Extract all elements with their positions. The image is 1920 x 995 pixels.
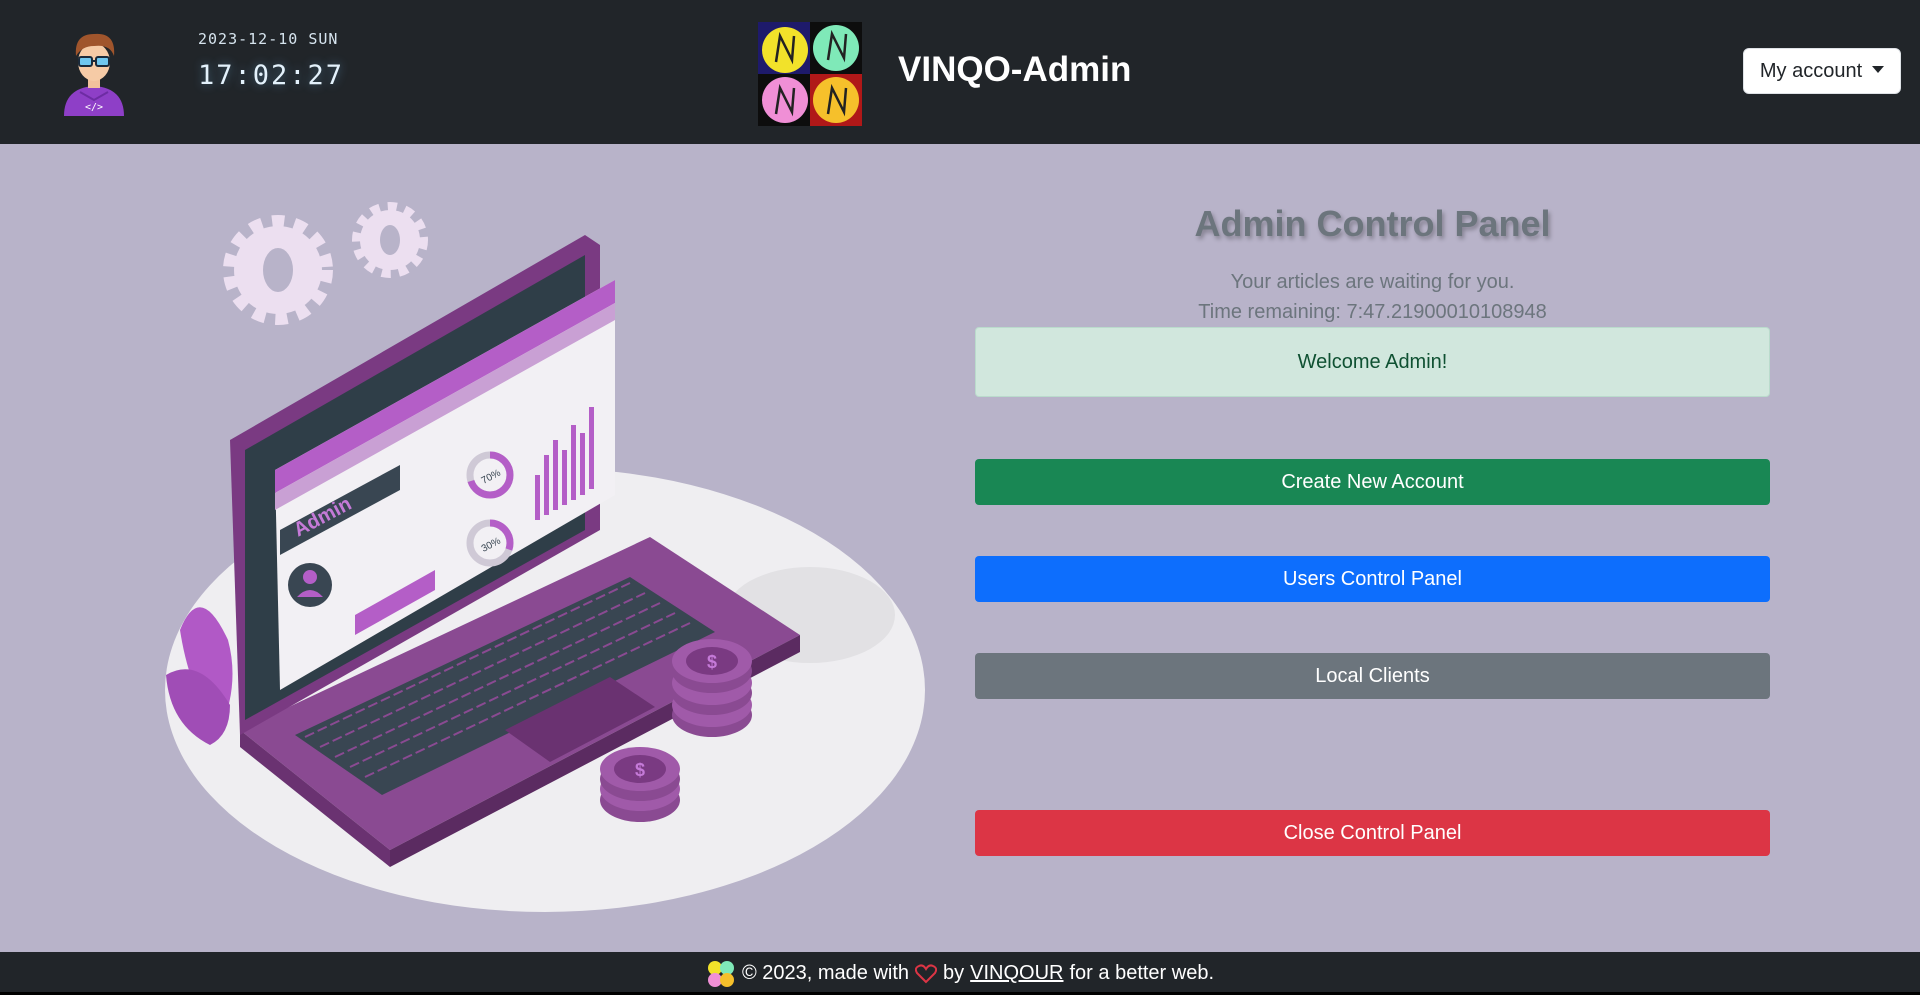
gear-small-icon — [352, 202, 428, 278]
vinqour-link[interactable]: VINQOUR — [970, 962, 1063, 985]
heart-icon — [915, 963, 938, 983]
svg-text:$: $ — [707, 652, 717, 672]
footer-by: by — [943, 962, 965, 984]
footer: © 2023, made with by VINQOUR for a bette… — [0, 952, 1920, 995]
chevron-down-icon — [1872, 65, 1885, 73]
gear-large-icon — [223, 215, 333, 325]
users-control-panel-button[interactable]: Users Control Panel — [975, 556, 1770, 602]
admin-laptop-illustration: Admin 70% 30% $ $ — [165, 202, 925, 912]
clock-time: 17:02:27 — [198, 60, 345, 91]
welcome-text: Welcome Admin! — [1297, 350, 1448, 373]
close-control-panel-button[interactable]: Close Control Panel — [975, 810, 1770, 856]
my-account-label: My account — [1759, 59, 1863, 82]
vinqo-logo-icon — [758, 22, 862, 126]
vinqo-mini-logo-icon — [707, 960, 734, 987]
time-remaining-text: Time remaining: 7:47.21900010108948 — [1198, 301, 1547, 323]
articles-waiting-text: Your articles are waiting for you. — [1230, 271, 1515, 293]
clock-date: 2023-12-10 SUN — [198, 30, 339, 48]
brand-title: VINQO-Admin — [898, 50, 1132, 89]
digital-clock: 2023-12-10 SUN 17:02:27 — [198, 30, 344, 91]
my-account-dropdown-button[interactable]: My account — [1743, 48, 1901, 94]
welcome-alert: Welcome Admin! — [975, 327, 1770, 397]
footer-suffix: for a better web. — [1069, 962, 1215, 984]
create-new-account-button[interactable]: Create New Account — [975, 459, 1770, 505]
svg-text:$: $ — [635, 760, 645, 780]
page-title: Admin Control Panel — [1194, 203, 1551, 244]
local-clients-button[interactable]: Local Clients — [975, 653, 1770, 699]
svg-text:</>: </> — [85, 102, 103, 113]
footer-copyright: © 2023, made with — [741, 962, 910, 984]
developer-avatar-icon: </> — [64, 33, 124, 116]
top-navbar: </> 2023-12-10 SUN 17:02:27 VINQO-Admin … — [0, 0, 1920, 144]
